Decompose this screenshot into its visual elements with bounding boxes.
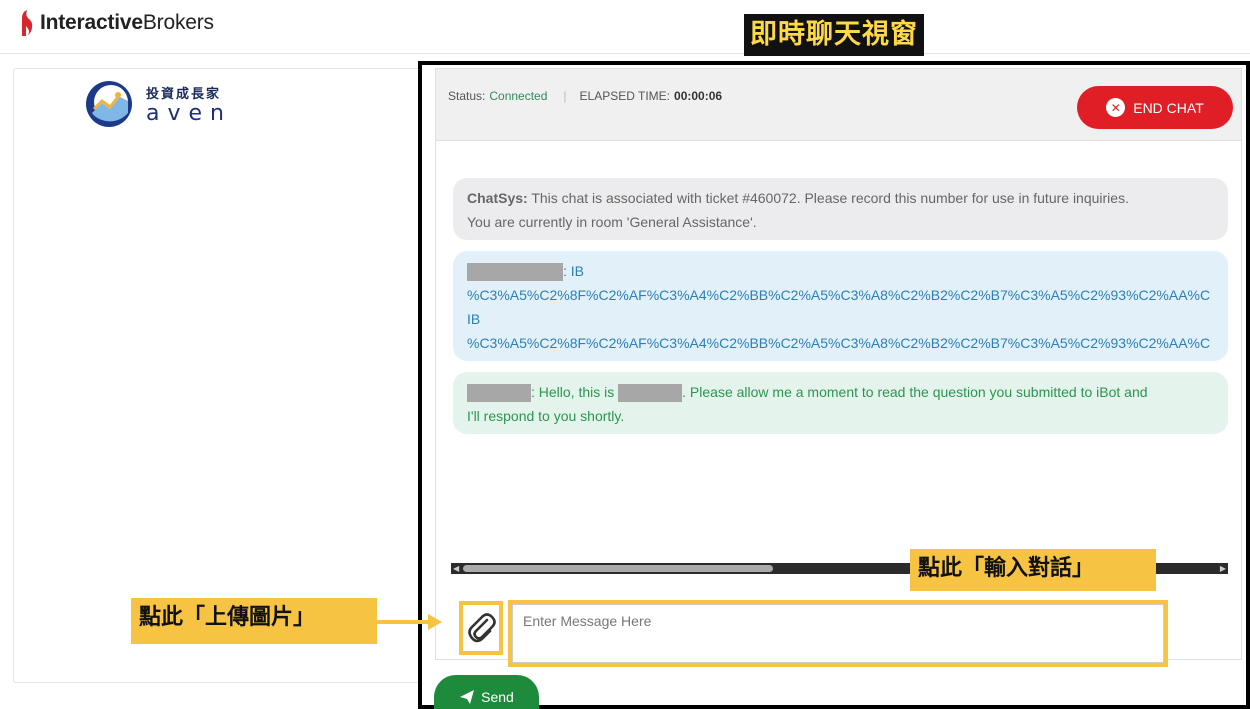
upload-annotation: 點此「上傳圖片」 bbox=[131, 598, 377, 644]
aven-logo: 投資成長家 aven bbox=[84, 79, 232, 129]
chat-window-highlight-frame: Status: Connected | ELAPSED TIME: 00:00:… bbox=[418, 61, 1250, 709]
message-input-highlight bbox=[508, 600, 1168, 667]
redacted-username bbox=[467, 263, 563, 282]
send-label: Send bbox=[481, 689, 514, 705]
annotation-arrow-icon bbox=[374, 614, 442, 630]
brand-name-regular: Brokers bbox=[142, 11, 214, 34]
ib-flame-icon bbox=[22, 10, 33, 36]
top-header: InteractiveBrokers bbox=[0, 0, 1250, 54]
user-message: : IB %C3%A5%C2%8F%C2%AF%C3%A4%C2%BB%C2%A… bbox=[453, 251, 1228, 361]
message-input[interactable] bbox=[512, 604, 1164, 663]
user-message-line4: %C3%A5%C2%8F%C2%AF%C3%A4%C2%BB%C2%A5%C3%… bbox=[467, 335, 1211, 351]
chat-status-bar: Status: Connected | ELAPSED TIME: 00:00:… bbox=[436, 69, 1241, 141]
aven-circle-icon bbox=[86, 81, 132, 127]
brand-name-bold: Interactive bbox=[40, 11, 143, 34]
aven-chinese-name: 投資成長家 bbox=[146, 86, 222, 102]
end-chat-button[interactable]: ✕ END CHAT bbox=[1077, 86, 1233, 129]
scroll-right-arrow-icon[interactable]: ▶ bbox=[1220, 564, 1226, 573]
attach-file-button[interactable] bbox=[459, 601, 503, 655]
send-button[interactable]: Send bbox=[434, 675, 539, 709]
user-message-line1: : IB bbox=[563, 263, 585, 279]
close-circle-icon: ✕ bbox=[1106, 98, 1126, 117]
agent-message-part1: : Hello, this is bbox=[531, 384, 619, 400]
status-line: Status: Connected | ELAPSED TIME: 00:00:… bbox=[448, 89, 722, 103]
interactive-brokers-logo[interactable]: InteractiveBrokers bbox=[18, 8, 214, 38]
user-message-line2: %C3%A5%C2%8F%C2%AF%C3%A4%C2%BB%C2%A5%C3%… bbox=[467, 287, 1211, 303]
page: InteractiveBrokers 投資成長家 aven 即時聊天視窗 Sta… bbox=[0, 0, 1250, 709]
left-panel: 投資成長家 aven bbox=[13, 68, 423, 683]
brand-name: InteractiveBrokers bbox=[40, 11, 214, 35]
user-message-line3: IB bbox=[467, 311, 481, 327]
scrollbar-thumb[interactable] bbox=[463, 565, 773, 572]
agent-message: : Hello, this is . Please allow me a mom… bbox=[453, 372, 1228, 434]
elapsed-label: ELAPSED TIME: bbox=[579, 89, 671, 103]
redacted-agent-name-2 bbox=[618, 384, 683, 403]
elapsed-time: 00:00:06 bbox=[674, 89, 723, 103]
input-annotation: 點此「輸入對話」 bbox=[910, 549, 1156, 591]
redacted-agent-name bbox=[467, 384, 531, 403]
chat-window-annotation: 即時聊天視窗 bbox=[744, 14, 924, 56]
paperclip-icon bbox=[468, 613, 496, 643]
agent-message-line2: I'll respond to you shortly. bbox=[467, 408, 625, 424]
aven-text: 投資成長家 aven bbox=[146, 83, 232, 126]
paper-plane-icon bbox=[460, 690, 475, 704]
end-chat-label: END CHAT bbox=[1133, 99, 1204, 116]
agent-message-part2: . Please allow me a moment to read the q… bbox=[682, 384, 1148, 400]
status-separator: | bbox=[563, 89, 567, 103]
system-sender: ChatSys: bbox=[467, 190, 528, 206]
system-message: ChatSys: This chat is associated with ti… bbox=[453, 178, 1228, 240]
scroll-left-arrow-icon[interactable]: ◀ bbox=[453, 564, 459, 573]
status-label: Status: bbox=[448, 89, 486, 103]
system-message-line1: This chat is associated with ticket #460… bbox=[531, 190, 1129, 206]
status-value: Connected bbox=[489, 89, 548, 103]
aven-english-name: aven bbox=[146, 100, 232, 126]
system-message-line2: You are currently in room 'General Assis… bbox=[467, 214, 757, 230]
